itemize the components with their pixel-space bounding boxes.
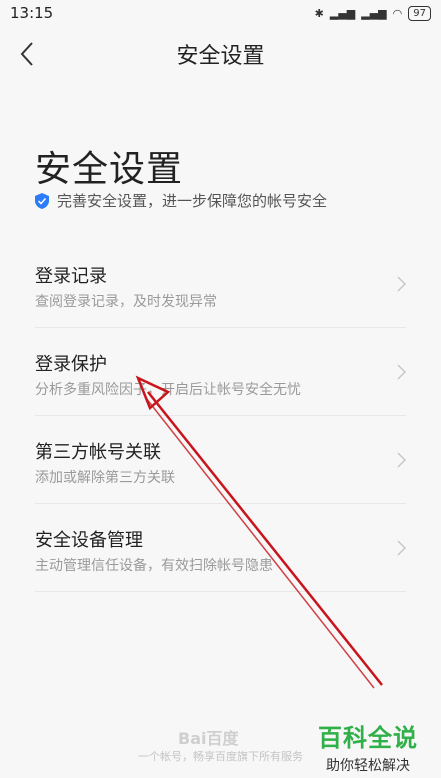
header-title: 安全设置: [176, 44, 265, 69]
chevron-right-icon: [397, 540, 406, 556]
signal-icon-2: ▂▄▆: [361, 6, 387, 20]
chevron-right-icon: [397, 276, 406, 292]
status-icons: ✱ ▂▄▆ ▂▄▆ ◠ 97: [314, 5, 431, 21]
settings-list: 登录记录 查阅登录记录，及时发现异常 登录保护 分析多重风险因子，开启后让帐号安…: [35, 240, 406, 592]
signal-icon: ▂▄▆: [329, 6, 356, 20]
item-desc: 查阅登录记录，及时发现异常: [35, 294, 217, 310]
top-bar: 安全设置: [0, 26, 441, 82]
chevron-left-icon: [20, 42, 33, 66]
shield-icon: [35, 192, 49, 209]
item-title: 第三方帐号关联: [35, 442, 161, 463]
bluetooth-icon: ✱: [314, 6, 324, 20]
page-subtitle: 完善安全设置，进一步保障您的帐号安全: [35, 190, 327, 211]
status-time: 13:15: [10, 4, 54, 22]
item-title: 安全设备管理: [35, 530, 143, 551]
item-desc: 主动管理信任设备，有效扫除帐号隐患: [35, 558, 273, 574]
page-title: 安全设置: [35, 149, 184, 190]
list-item-login-records[interactable]: 登录记录 查阅登录记录，及时发现异常: [35, 240, 406, 328]
back-button[interactable]: [10, 36, 44, 72]
watermark-subtitle: 助你轻松解决: [326, 758, 410, 774]
status-bar: 13:15 ✱ ▂▄▆ ▂▄▆ ◠ 97: [0, 0, 441, 26]
watermark-title: 百科全说: [318, 724, 418, 752]
baidu-logo: Bai百度: [178, 729, 239, 748]
item-desc: 分析多重风险因子，开启后让帐号安全无忧: [35, 382, 301, 398]
item-title: 登录保护: [35, 354, 107, 375]
wifi-icon: ◠: [392, 6, 403, 20]
subtitle-text: 完善安全设置，进一步保障您的帐号安全: [57, 192, 328, 210]
list-item-device-management[interactable]: 安全设备管理 主动管理信任设备，有效扫除帐号隐患: [35, 504, 406, 592]
list-item-login-protection[interactable]: 登录保护 分析多重风险因子，开启后让帐号安全无忧: [35, 328, 406, 416]
item-desc: 添加或解除第三方关联: [35, 470, 175, 486]
chevron-right-icon: [397, 452, 406, 468]
item-title: 登录记录: [35, 266, 107, 287]
watermark: 百科全说 助你轻松解决: [318, 718, 418, 775]
chevron-right-icon: [397, 364, 406, 380]
list-item-third-party[interactable]: 第三方帐号关联 添加或解除第三方关联: [35, 416, 406, 504]
battery-icon: 97: [408, 5, 431, 21]
